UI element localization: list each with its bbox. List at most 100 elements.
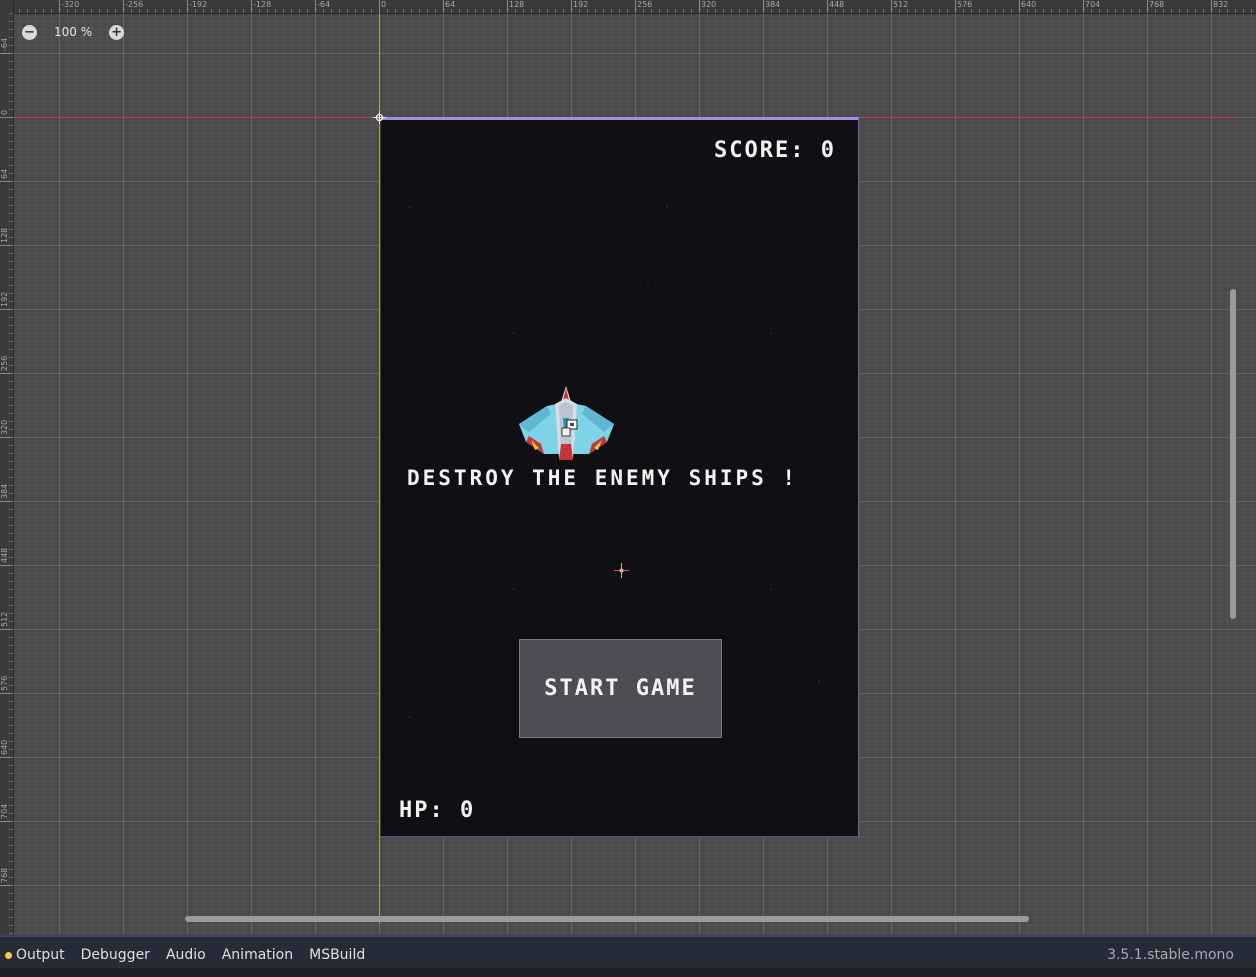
ruler-tick [9, 701, 13, 702]
ruler-tick [91, 9, 92, 13]
ruler-tick [9, 229, 13, 230]
ruler-tick [107, 9, 108, 13]
ruler-label: 320 [701, 0, 717, 9]
ruler-label: -192 [189, 0, 208, 9]
zoom-controls: − 100 % + [22, 22, 125, 42]
horizontal-scrollbar-thumb[interactable] [185, 916, 1029, 922]
canvas-editor[interactable]: -320 -256 -192 -128 -64 0 64 128 192 256 320 384 448… [0, 0, 1256, 934]
ruler-tick [9, 453, 13, 454]
vertical-scrollbar-thumb[interactable] [1230, 289, 1236, 619]
ruler-tick [0, 757, 13, 758]
ruler-tick [9, 549, 13, 550]
start-game-label: START GAME [544, 676, 697, 701]
player-ship-sprite[interactable] [509, 384, 624, 464]
ruler-tick [9, 221, 13, 222]
ruler-tick [83, 9, 84, 13]
ruler-tick [9, 301, 13, 302]
background-star [513, 332, 515, 334]
ruler-tick [1139, 9, 1140, 13]
tab-animation[interactable]: Animation [222, 947, 293, 963]
ruler-tick [795, 9, 796, 13]
ruler-tick [9, 861, 13, 862]
tab-audio[interactable]: Audio [166, 947, 206, 963]
ruler-tick [9, 205, 13, 206]
ruler-tick [9, 197, 13, 198]
ruler-tick [563, 9, 564, 13]
game-viewport[interactable]: SCORE: 0 DESTROY THE ENEMY SHIPS ! START… [380, 117, 859, 837]
ruler-tick [979, 9, 980, 13]
ruler-tick [9, 677, 13, 678]
ruler-tick [147, 9, 148, 13]
ruler-tick [0, 501, 13, 502]
ruler-tick [947, 9, 948, 13]
ruler-tick [9, 773, 13, 774]
background-star [647, 282, 649, 284]
ruler-tick [683, 9, 684, 13]
notification-dot-icon [5, 951, 12, 959]
ruler-tick [9, 645, 13, 646]
ruler-tick [827, 0, 828, 13]
ruler-label: -64 [317, 0, 331, 9]
ruler-tick [235, 9, 236, 13]
horizontal-scrollbar[interactable] [14, 914, 1228, 924]
ruler-tick [747, 9, 748, 13]
ruler-tick [755, 9, 756, 13]
ruler-tick [9, 213, 13, 214]
tab-output[interactable]: Output [5, 947, 65, 963]
ruler-tick [9, 805, 13, 806]
ruler-tick [9, 709, 13, 710]
ruler-tick [9, 61, 13, 62]
ruler-tick [9, 541, 13, 542]
ruler-tick [9, 37, 13, 38]
ruler-tick [9, 469, 13, 470]
ruler-tick [9, 269, 13, 270]
ruler-label: -128 [253, 0, 272, 9]
zoom-in-icon[interactable]: + [109, 24, 125, 40]
start-game-button[interactable]: START GAME [519, 639, 722, 738]
ruler-label: 320 [0, 419, 9, 435]
ruler-tick [9, 141, 13, 142]
vertical-scrollbar[interactable] [1228, 14, 1238, 922]
ruler-label: 704 [1085, 0, 1101, 9]
ruler-label: 0 [0, 109, 9, 115]
ruler-tick [875, 9, 876, 13]
ruler-tick [403, 9, 404, 13]
ruler-tick [43, 9, 44, 13]
ruler-label: 576 [0, 675, 9, 691]
ruler-tick [1107, 9, 1108, 13]
ruler-tick [9, 357, 13, 358]
ruler-tick [9, 877, 13, 878]
ruler-tick [9, 173, 13, 174]
ruler-tick [9, 333, 13, 334]
ruler-label: 576 [957, 0, 973, 9]
background-star [409, 716, 411, 718]
ruler-tick [9, 765, 13, 766]
ruler-tick [9, 725, 13, 726]
ruler-tick [9, 669, 13, 670]
ruler-tick [547, 9, 548, 13]
ruler-tick [35, 9, 36, 13]
ruler-tick [0, 53, 13, 54]
ruler-tick [179, 9, 180, 13]
ruler-tick [9, 485, 13, 486]
ruler-tick [395, 9, 396, 13]
ruler-tick [419, 9, 420, 13]
ruler-tick [9, 109, 13, 110]
ruler-tick [1251, 9, 1252, 13]
ruler-tick [9, 581, 13, 582]
background-star [770, 332, 772, 334]
ruler-tick [9, 717, 13, 718]
ruler-tick [9, 13, 13, 14]
zoom-level[interactable]: 100 % [54, 25, 92, 39]
ruler-tick [1075, 9, 1076, 13]
ruler-label: 192 [0, 291, 9, 307]
ruler-label: 128 [509, 0, 525, 9]
ruler-tick [9, 533, 13, 534]
zoom-out-icon[interactable]: − [22, 24, 37, 40]
ruler-tick [9, 917, 13, 918]
ruler-tick [9, 637, 13, 638]
ruler-tick [811, 9, 812, 13]
tab-msbuild[interactable]: MSBuild [309, 947, 365, 963]
pivot-cross-icon[interactable] [614, 563, 629, 578]
tab-debugger[interactable]: Debugger [81, 947, 150, 963]
